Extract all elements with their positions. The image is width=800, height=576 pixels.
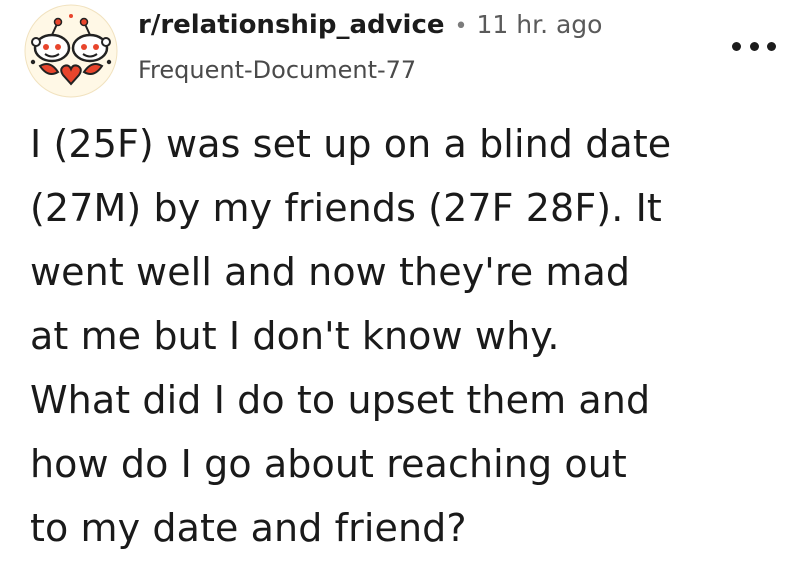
author-username[interactable]: Frequent-Document-77 bbox=[138, 56, 602, 84]
more-options-button[interactable] bbox=[732, 36, 776, 56]
title-line: What did I do to upset them and bbox=[30, 378, 651, 422]
title-line: went well and now they're mad bbox=[30, 250, 631, 294]
more-horizontal-icon bbox=[732, 41, 741, 51]
subreddit-name[interactable]: r/relationship_advice bbox=[138, 10, 445, 40]
post-title[interactable]: I (25F) was set up on a blind date (27M)… bbox=[30, 112, 780, 560]
title-line: (27M) by my friends (27F 28F). It bbox=[30, 186, 662, 230]
title-line: how do I go about reaching out bbox=[30, 442, 627, 486]
more-horizontal-icon bbox=[767, 41, 776, 51]
title-line: to my date and friend? bbox=[30, 506, 467, 550]
title-line: at me but I don't know why. bbox=[30, 314, 560, 358]
subreddit-avatar[interactable] bbox=[24, 4, 118, 98]
more-horizontal-icon bbox=[749, 41, 759, 51]
post-timestamp: 11 hr. ago bbox=[476, 10, 603, 39]
title-line: I (25F) was set up on a blind date bbox=[30, 122, 672, 166]
post-meta: r/relationship_advice • 11 hr. ago Frequ… bbox=[138, 10, 602, 84]
separator-dot: • bbox=[454, 14, 468, 39]
meta-line: r/relationship_advice • 11 hr. ago bbox=[138, 10, 602, 46]
post-header: r/relationship_advice • 11 hr. ago Frequ… bbox=[0, 0, 800, 106]
